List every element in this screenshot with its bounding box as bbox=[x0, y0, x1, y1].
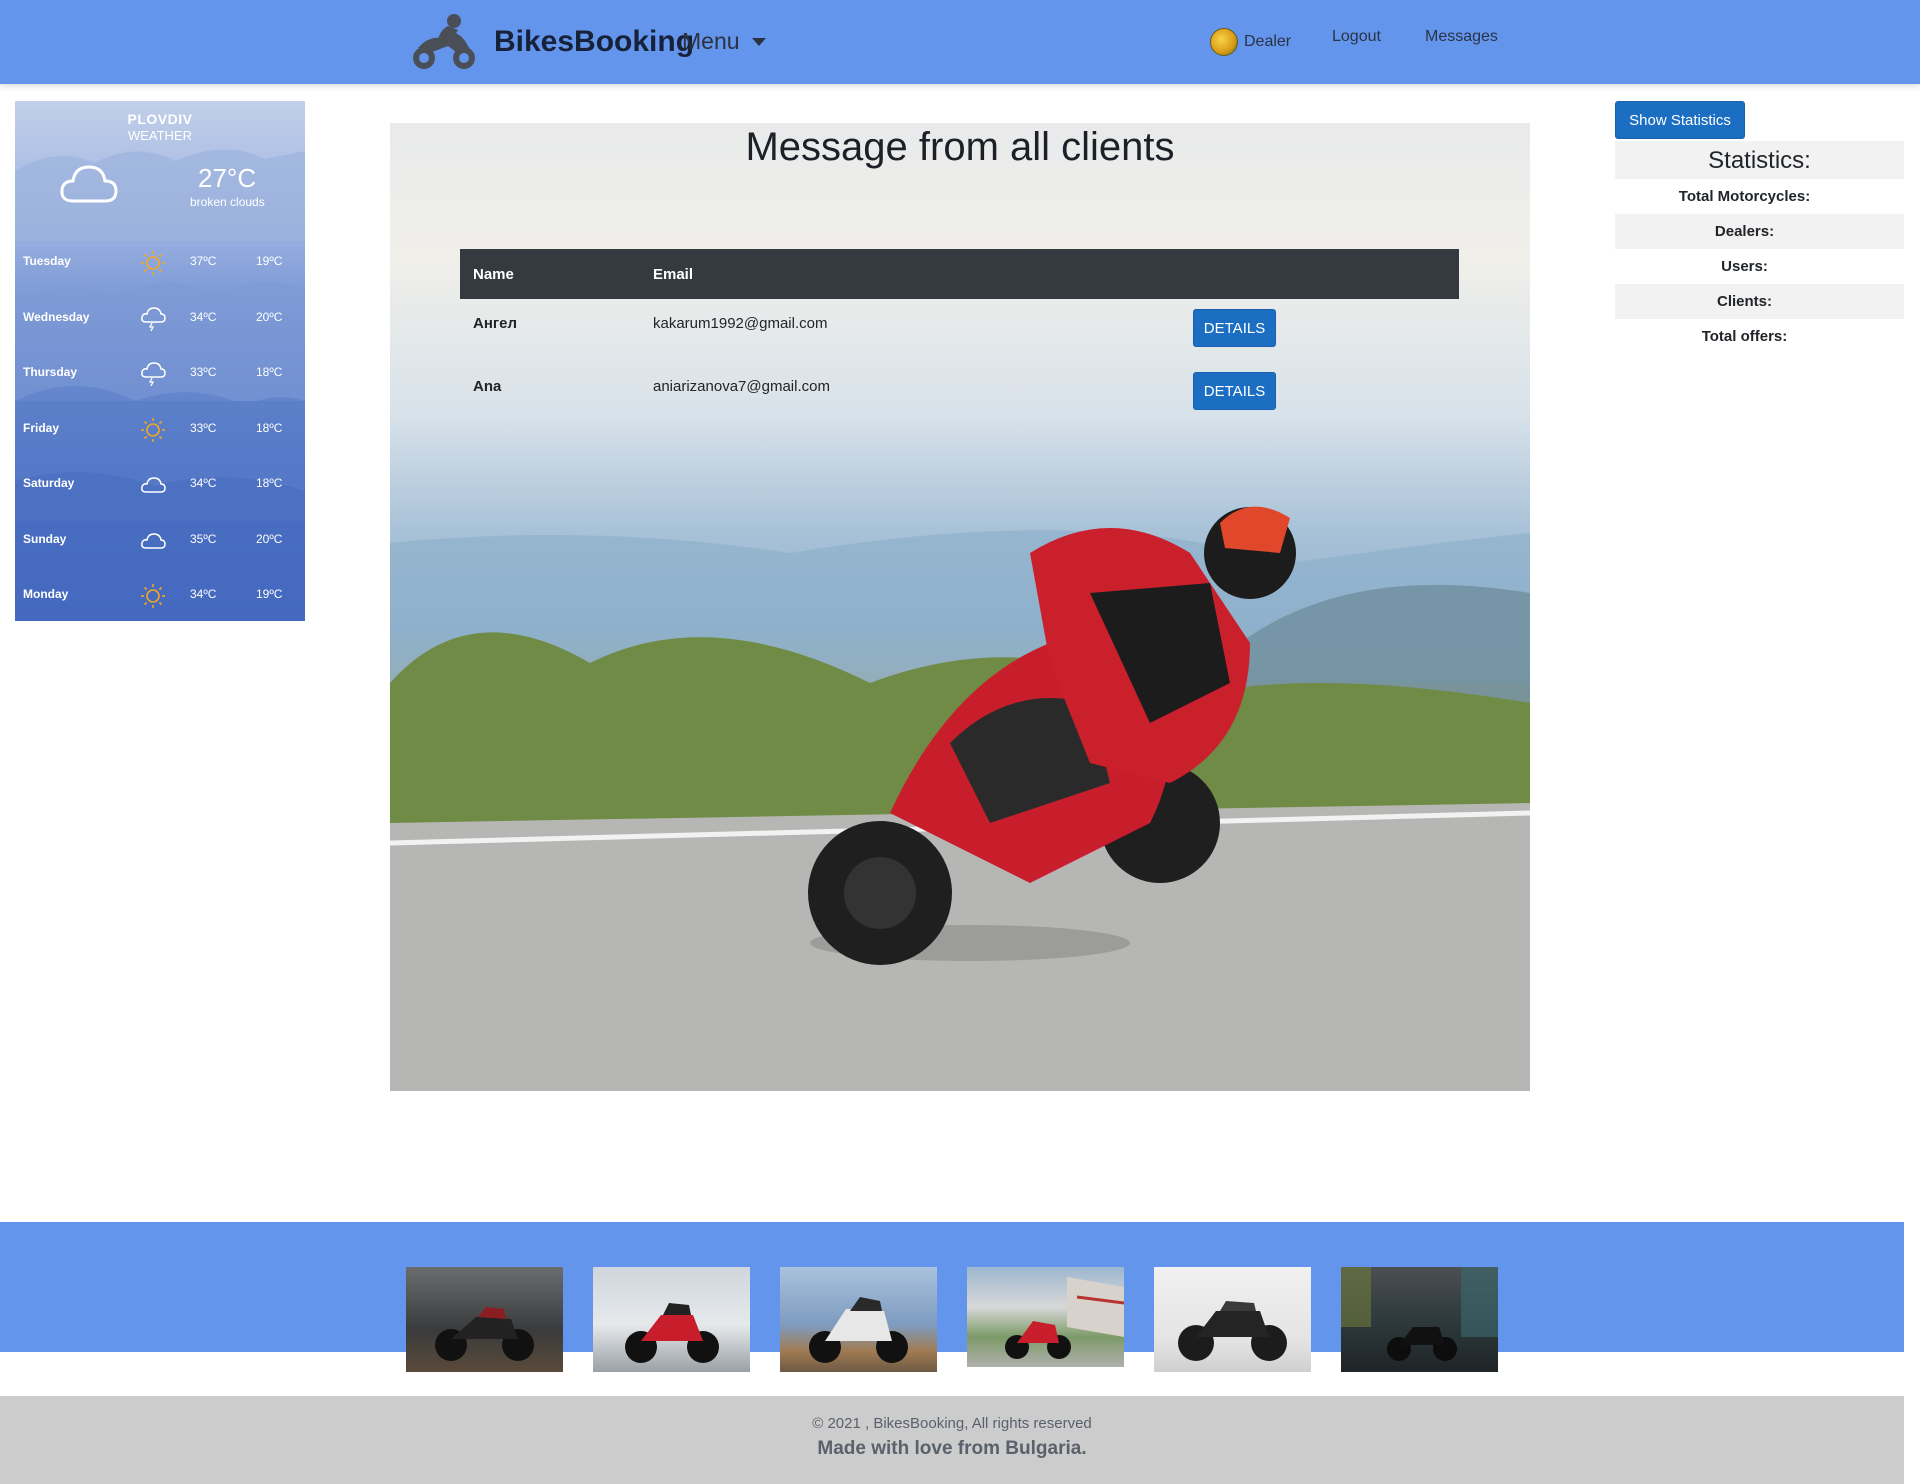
cloud-icon bbox=[141, 533, 166, 549]
statistics-title: Statistics: bbox=[1615, 141, 1904, 179]
forecast-day: Wednesday bbox=[23, 310, 90, 324]
table-row: Ana aniarizanova7@gmail.com DETAILS bbox=[460, 362, 1459, 425]
stat-total-offers: Total offers: bbox=[1701, 328, 1788, 345]
menu-label: Menu bbox=[682, 28, 740, 54]
actions-cell: DETAILS bbox=[1180, 299, 1459, 362]
motorcycle-thumbnail[interactable] bbox=[780, 1267, 937, 1372]
forecast-low: 20ºC bbox=[256, 532, 283, 546]
thunderstorm-icon bbox=[141, 307, 166, 332]
dealer-label: Dealer bbox=[1244, 33, 1292, 50]
forecast-high: 33ºC bbox=[190, 365, 217, 379]
column-header-email: Email bbox=[653, 265, 694, 283]
forecast-high: 34ºC bbox=[190, 587, 217, 601]
client-email: kakarum1992@gmail.com bbox=[653, 315, 828, 332]
top-navbar: BikesBooking Menu Dealer Logout Messages bbox=[0, 0, 1920, 84]
forecast-row: Thursday 33ºC 18ºC bbox=[15, 361, 305, 387]
forecast-high: 34ºC bbox=[190, 476, 217, 490]
show-statistics-button[interactable]: Show Statistics bbox=[1615, 101, 1745, 139]
motorcycle-thumbnail[interactable] bbox=[406, 1267, 563, 1372]
forecast-day: Saturday bbox=[23, 476, 75, 490]
avatar bbox=[1210, 28, 1238, 56]
nav-messages[interactable]: Messages bbox=[1425, 28, 1498, 46]
stat-users: Users: bbox=[1721, 258, 1768, 275]
table-header-row: Name Email bbox=[460, 249, 1459, 299]
weather-city: PLOVDIV bbox=[127, 111, 193, 127]
page-title: Message from all clients bbox=[745, 125, 1175, 169]
brand-name: BikesBooking bbox=[494, 25, 695, 58]
stat-dealers: Dealers: bbox=[1615, 214, 1904, 249]
statistics-panel: Statistics: Total Motorcycles: Dealers: … bbox=[1615, 141, 1904, 354]
menu-dropdown[interactable]: Menu bbox=[682, 28, 766, 55]
forecast-row: Sunday 35ºC 20ºC bbox=[15, 528, 305, 552]
motorcycle-thumbnail[interactable] bbox=[593, 1267, 750, 1372]
forecast-day: Monday bbox=[23, 587, 69, 601]
forecast-row: Monday 34ºC 19ºC bbox=[15, 583, 305, 608]
details-button[interactable]: DETAILS bbox=[1193, 372, 1276, 410]
forecast-high: 37ºC bbox=[190, 254, 217, 268]
forecast-high: 34ºC bbox=[190, 310, 217, 324]
motorcycle-thumbnail[interactable] bbox=[1154, 1267, 1311, 1372]
stat-clients: Clients: bbox=[1615, 284, 1904, 319]
table-row: Ангел kakarum1992@gmail.com DETAILS bbox=[460, 299, 1459, 362]
forecast-row: Wednesday 34ºC 20ºC bbox=[15, 306, 305, 332]
forecast-low: 18ºC bbox=[256, 421, 283, 435]
client-email: aniarizanova7@gmail.com bbox=[653, 378, 830, 395]
sun-icon bbox=[141, 418, 165, 442]
column-header-name: Name bbox=[473, 265, 514, 283]
caret-down-icon bbox=[751, 37, 766, 46]
actions-cell: DETAILS bbox=[1180, 362, 1459, 425]
forecast-day: Friday bbox=[23, 421, 60, 435]
weather-widget: PLOVDIV WEATHER 27°C broken clouds Tuesd… bbox=[15, 101, 305, 621]
cloud-icon bbox=[141, 477, 166, 493]
thunderstorm-icon bbox=[141, 362, 166, 387]
forecast-day: Tuesday bbox=[23, 254, 71, 268]
motorcycle-logo-icon bbox=[413, 14, 475, 69]
client-name: Ana bbox=[473, 378, 502, 395]
messages-panel: Message from all clients Name Email Анге… bbox=[390, 123, 1530, 1091]
forecast-low: 20ºC bbox=[256, 310, 283, 324]
client-name: Ангел bbox=[473, 315, 518, 332]
forecast-row: Saturday 34ºC 18ºC bbox=[15, 472, 305, 496]
forecast-row: Friday 33ºC 18ºC bbox=[15, 417, 305, 442]
footer: © 2021 , BikesBooking, All rights reserv… bbox=[0, 1396, 1904, 1484]
current-description: broken clouds bbox=[190, 195, 265, 209]
motorcycle-thumbnail[interactable] bbox=[967, 1267, 1124, 1367]
column-header-actions bbox=[1180, 249, 1459, 299]
details-button[interactable]: DETAILS bbox=[1193, 309, 1276, 347]
footer-tagline: Made with love from Bulgaria. bbox=[817, 1438, 1087, 1459]
weather-label: WEATHER bbox=[127, 128, 193, 143]
messages-table: Name Email Ангел kakarum1992@gmail.com D… bbox=[460, 249, 1459, 425]
sun-icon bbox=[141, 251, 165, 275]
forecast-high: 33ºC bbox=[190, 421, 217, 435]
cloud-icon bbox=[60, 165, 118, 203]
forecast-low: 19ºC bbox=[256, 587, 283, 601]
gallery-band bbox=[0, 1222, 1904, 1352]
stat-total-motorcycles: Total Motorcycles: bbox=[1678, 188, 1811, 205]
sun-icon bbox=[141, 584, 165, 608]
forecast-low: 18ºC bbox=[256, 365, 283, 379]
current-temperature: 27°C bbox=[198, 163, 257, 193]
motorcycle-thumbnail[interactable] bbox=[1341, 1267, 1498, 1372]
forecast-low: 18ºC bbox=[256, 476, 283, 490]
forecast-high: 35ºC bbox=[190, 532, 217, 546]
nav-logout[interactable]: Logout bbox=[1332, 28, 1381, 46]
brand[interactable]: BikesBooking bbox=[408, 12, 694, 72]
nav-dealer[interactable]: Dealer bbox=[1210, 28, 1291, 56]
forecast-row: Tuesday 37ºC 19ºC bbox=[15, 250, 305, 275]
forecast-day: Thursday bbox=[23, 365, 78, 379]
forecast-day: Sunday bbox=[23, 532, 67, 546]
copyright-text: © 2021 , BikesBooking, All rights reserv… bbox=[812, 1415, 1092, 1432]
forecast-low: 19ºC bbox=[256, 254, 283, 268]
